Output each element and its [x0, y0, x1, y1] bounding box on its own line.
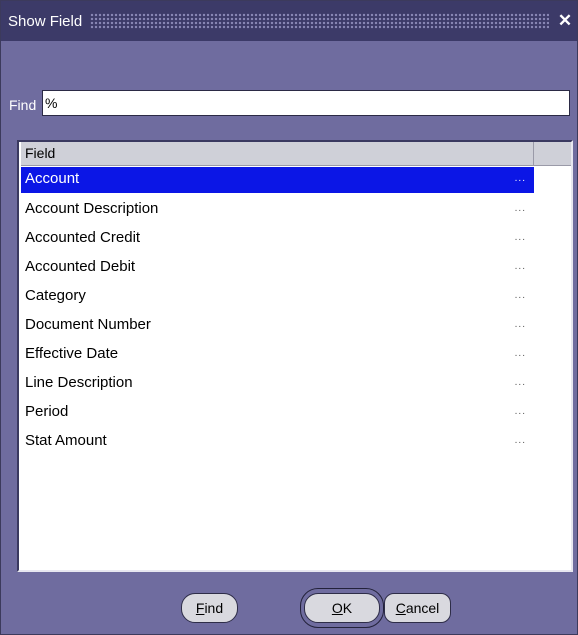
list-item-ellipsis: ...: [514, 348, 526, 359]
list-item-label: Accounted Credit: [25, 229, 141, 246]
list-item-ellipsis: ...: [514, 232, 526, 243]
cancel-button-mnemonic: C: [395, 600, 406, 616]
list-item-ellipsis: ...: [514, 290, 526, 301]
list-item[interactable]: Period...: [21, 399, 534, 428]
ok-button-label: K: [342, 600, 353, 616]
field-list: Field Account... Account Description... Ac…: [17, 140, 573, 572]
find-button[interactable]: Find: [181, 593, 238, 623]
ok-button-mnemonic: O: [331, 600, 343, 616]
list-item[interactable]: Category...: [21, 283, 534, 312]
list-item-ellipsis: ...: [514, 319, 526, 330]
title-bar-grip: [90, 13, 549, 29]
window-title: Show Field: [8, 12, 83, 30]
cancel-button-label: ancel: [405, 600, 440, 616]
column-header-filler: [534, 142, 571, 166]
list-item-ellipsis: ...: [514, 173, 526, 184]
find-label: Find: [9, 97, 37, 113]
list-item[interactable]: Accounted Credit...: [21, 225, 534, 254]
list-item-label: Document Number: [25, 316, 151, 333]
list-item-label: Category: [25, 287, 86, 304]
title-bar[interactable]: Show Field ✕: [1, 1, 577, 41]
ok-button[interactable]: OK: [304, 593, 380, 623]
field-rows: Account... Account Description... Accounte…: [21, 167, 534, 457]
list-item-label: Stat Amount: [25, 432, 107, 449]
list-item-label: Account: [25, 170, 80, 187]
list-item-label: Effective Date: [25, 345, 119, 362]
list-item[interactable]: Stat Amount...: [21, 428, 534, 457]
list-item-label: Line Description: [25, 374, 133, 391]
list-item[interactable]: Accounted Debit...: [21, 254, 534, 283]
list-item[interactable]: Document Number...: [21, 312, 534, 341]
list-item-ellipsis: ...: [514, 377, 526, 388]
list-item-ellipsis: ...: [514, 203, 526, 214]
list-item[interactable]: Account Description...: [21, 196, 534, 225]
list-item-ellipsis: ...: [514, 406, 526, 417]
show-field-dialog: Show Field ✕ Find Field Account...Accoun…: [0, 0, 578, 635]
close-icon[interactable]: ✕: [555, 11, 575, 31]
list-item-ellipsis: ...: [514, 261, 526, 272]
find-button-mnemonic: F: [195, 600, 205, 616]
list-item[interactable]: Account...: [21, 167, 534, 193]
list-item-label: Period: [25, 403, 69, 420]
list-item-label: Accounted Debit: [25, 258, 136, 275]
list-item[interactable]: Effective Date...: [21, 341, 534, 370]
find-button-label: ind: [204, 600, 224, 616]
cancel-button[interactable]: Cancel: [384, 593, 451, 623]
list-item-ellipsis: ...: [514, 435, 526, 446]
column-header-field[interactable]: Field: [21, 142, 534, 166]
list-item[interactable]: Line Description...: [21, 370, 534, 399]
find-input[interactable]: [42, 90, 570, 116]
list-item-label: Account Description: [25, 200, 159, 217]
